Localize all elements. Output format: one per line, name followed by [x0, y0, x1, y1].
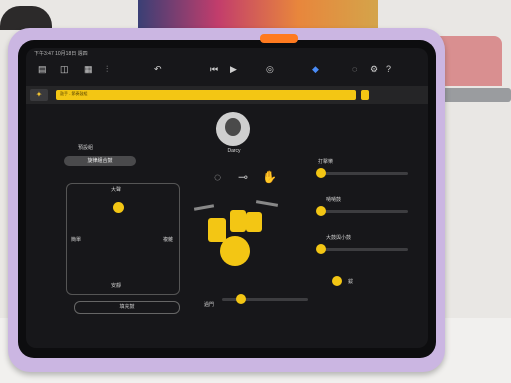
drummer-name: Darcy — [227, 148, 241, 154]
document-icon[interactable]: ▤ — [38, 64, 47, 75]
pad-label-complex: 複雜 — [163, 237, 174, 243]
help-icon[interactable]: ? — [386, 64, 391, 74]
region-end[interactable] — [361, 90, 369, 100]
pad-label-soft: 安靜 — [111, 283, 122, 289]
drum-tom1[interactable] — [230, 210, 246, 232]
fill-button[interactable]: 填充鼓 — [74, 301, 180, 314]
track-row: ✦ 鼓手 - 節奏鼓組 — [26, 86, 428, 104]
region-label: 鼓手 - 節奏鼓組 — [60, 91, 88, 96]
pad-label-loud: 大聲 — [111, 187, 122, 193]
background-person — [0, 6, 52, 30]
slider-label-kick-snare: 大鼓與小鼓 — [326, 235, 352, 241]
slider-track-kick-snare[interactable] — [320, 248, 408, 251]
cymbal-right[interactable] — [255, 200, 279, 207]
status-bar: 下午3:47 10月18日 週四 — [34, 51, 88, 57]
drum-tom2[interactable] — [246, 212, 262, 232]
slider-track-percussion[interactable] — [320, 172, 408, 175]
tracks-view-icon[interactable]: ◫ — [60, 64, 69, 75]
hand-icon[interactable]: ✋ — [262, 170, 277, 184]
fill-label: 過門 — [204, 302, 215, 308]
preset-title: 預設組 — [78, 145, 94, 151]
slider-knob-cymbals[interactable] — [332, 276, 342, 286]
slider-knob-toms[interactable] — [316, 206, 326, 216]
drum-hihat[interactable] — [208, 218, 226, 242]
slider-label-percussion: 打擊樂 — [318, 159, 334, 165]
maraca-icon[interactable]: ⊸ — [238, 170, 248, 184]
garageband-screen: 下午3:47 10月18日 週四 ▤ ◫ ▦ ⫶ ↶ ⏮ ▶ ◎ ◆ ◌ ⚙ ?… — [26, 48, 428, 348]
loop-icon[interactable]: ◌ — [352, 64, 357, 74]
instrument-sliders: 打擊樂 嗵嗵鼓 大鼓與小鼓 鈸 — [312, 158, 416, 308]
pencil-clip — [260, 34, 298, 43]
smart-controls-icon[interactable]: ◆ — [312, 64, 319, 75]
drum-track-icon[interactable]: ✦ — [30, 89, 48, 101]
drummer-region[interactable] — [56, 90, 356, 100]
background-monitor — [138, 0, 378, 28]
pad-label-simple: 簡單 — [71, 237, 82, 243]
percussion-icon[interactable]: ◌ — [214, 170, 221, 184]
rewind-icon[interactable]: ⏮ — [210, 64, 218, 75]
drummer-avatar[interactable] — [216, 112, 250, 146]
slider-label-toms: 嗵嗵鼓 — [326, 197, 342, 203]
preset-button[interactable]: 旋律組合鼓 — [64, 156, 136, 166]
fill-slider-track[interactable] — [222, 298, 308, 301]
slider-label-cymbals: 鈸 — [348, 279, 354, 285]
slider-knob-kick-snare[interactable] — [316, 244, 326, 254]
mixer-icon[interactable]: ▦ — [84, 64, 93, 75]
metronome-icon[interactable]: ◎ — [266, 64, 274, 75]
slider-track-toms[interactable] — [320, 210, 408, 213]
drum-kit[interactable] — [193, 188, 284, 278]
slider-knob-percussion[interactable] — [316, 168, 326, 178]
settings-slider-icon[interactable]: ⫶ — [106, 64, 108, 75]
toolbar: ▤ ◫ ▦ ⫶ ↶ ⏮ ▶ ◎ ◆ ◌ ⚙ ? — [26, 58, 428, 84]
pad-position-dot[interactable] — [113, 202, 124, 213]
complexity-loudness-pad[interactable]: 大聲 安靜 簡單 複雜 — [66, 183, 180, 295]
play-icon[interactable]: ▶ — [230, 64, 237, 75]
cymbal-left[interactable] — [193, 204, 215, 211]
undo-icon[interactable]: ↶ — [154, 64, 162, 75]
avatar-head — [225, 118, 241, 136]
drum-kick[interactable] — [220, 236, 250, 266]
fill-slider-knob[interactable] — [236, 294, 246, 304]
settings-icon[interactable]: ⚙ — [370, 64, 378, 75]
